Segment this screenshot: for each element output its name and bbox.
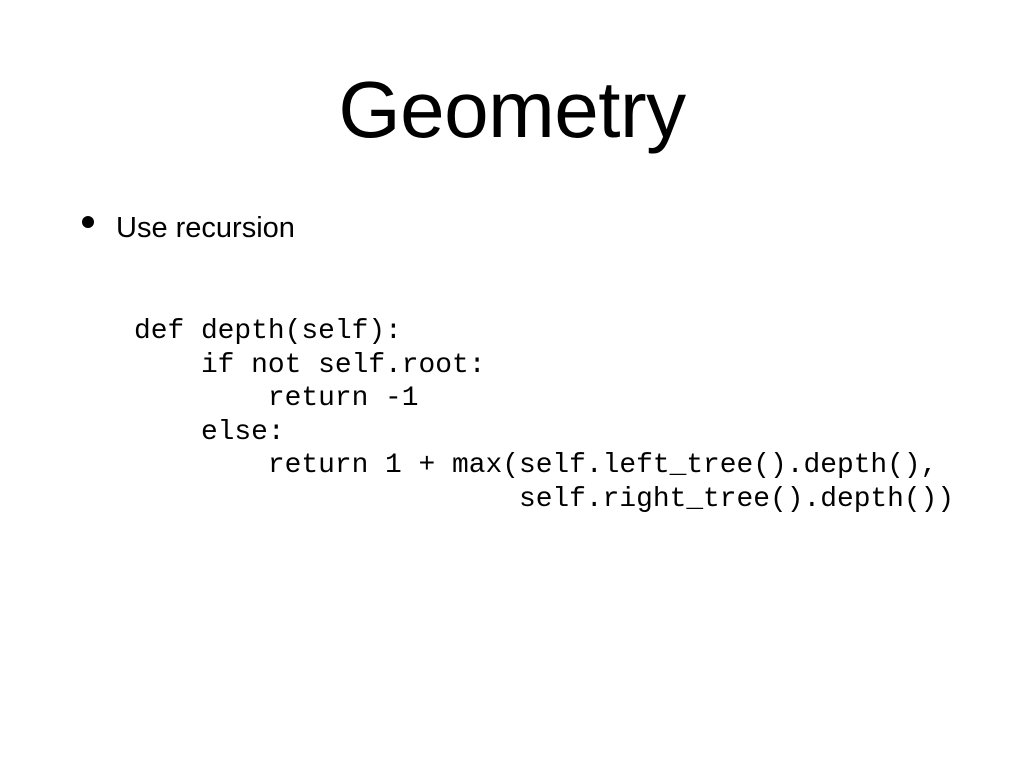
code-line: self.right_tree().depth()): [134, 483, 955, 515]
code-line: else:: [134, 416, 285, 448]
code-line: return -1: [134, 383, 419, 415]
code-line: def depth(self):: [134, 316, 402, 347]
code-line: return 1 + max(self.left_tree().depth(),: [134, 450, 938, 482]
slide-title: Geometry: [338, 65, 686, 154]
bullet-dot-icon: [82, 216, 94, 228]
code-block: def depth(self): if not self.root: retur…: [134, 315, 954, 517]
bullet-text: Use recursion: [116, 212, 295, 244]
code-line: if not self.root:: [134, 349, 486, 381]
bullet-item: Use recursion: [82, 208, 295, 248]
